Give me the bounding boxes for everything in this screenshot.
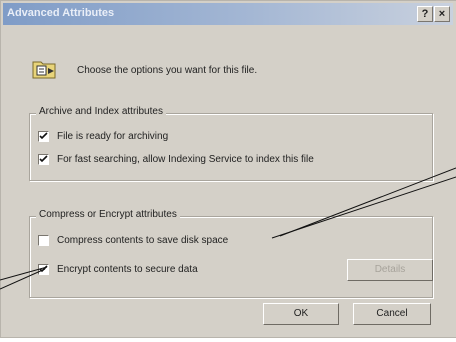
callout-line-compress-upper	[271, 176, 456, 239]
annotation-callout-lines	[0, 167, 456, 290]
callout-line-encrypt-lower	[0, 268, 46, 290]
callout-line-compress	[279, 167, 456, 237]
